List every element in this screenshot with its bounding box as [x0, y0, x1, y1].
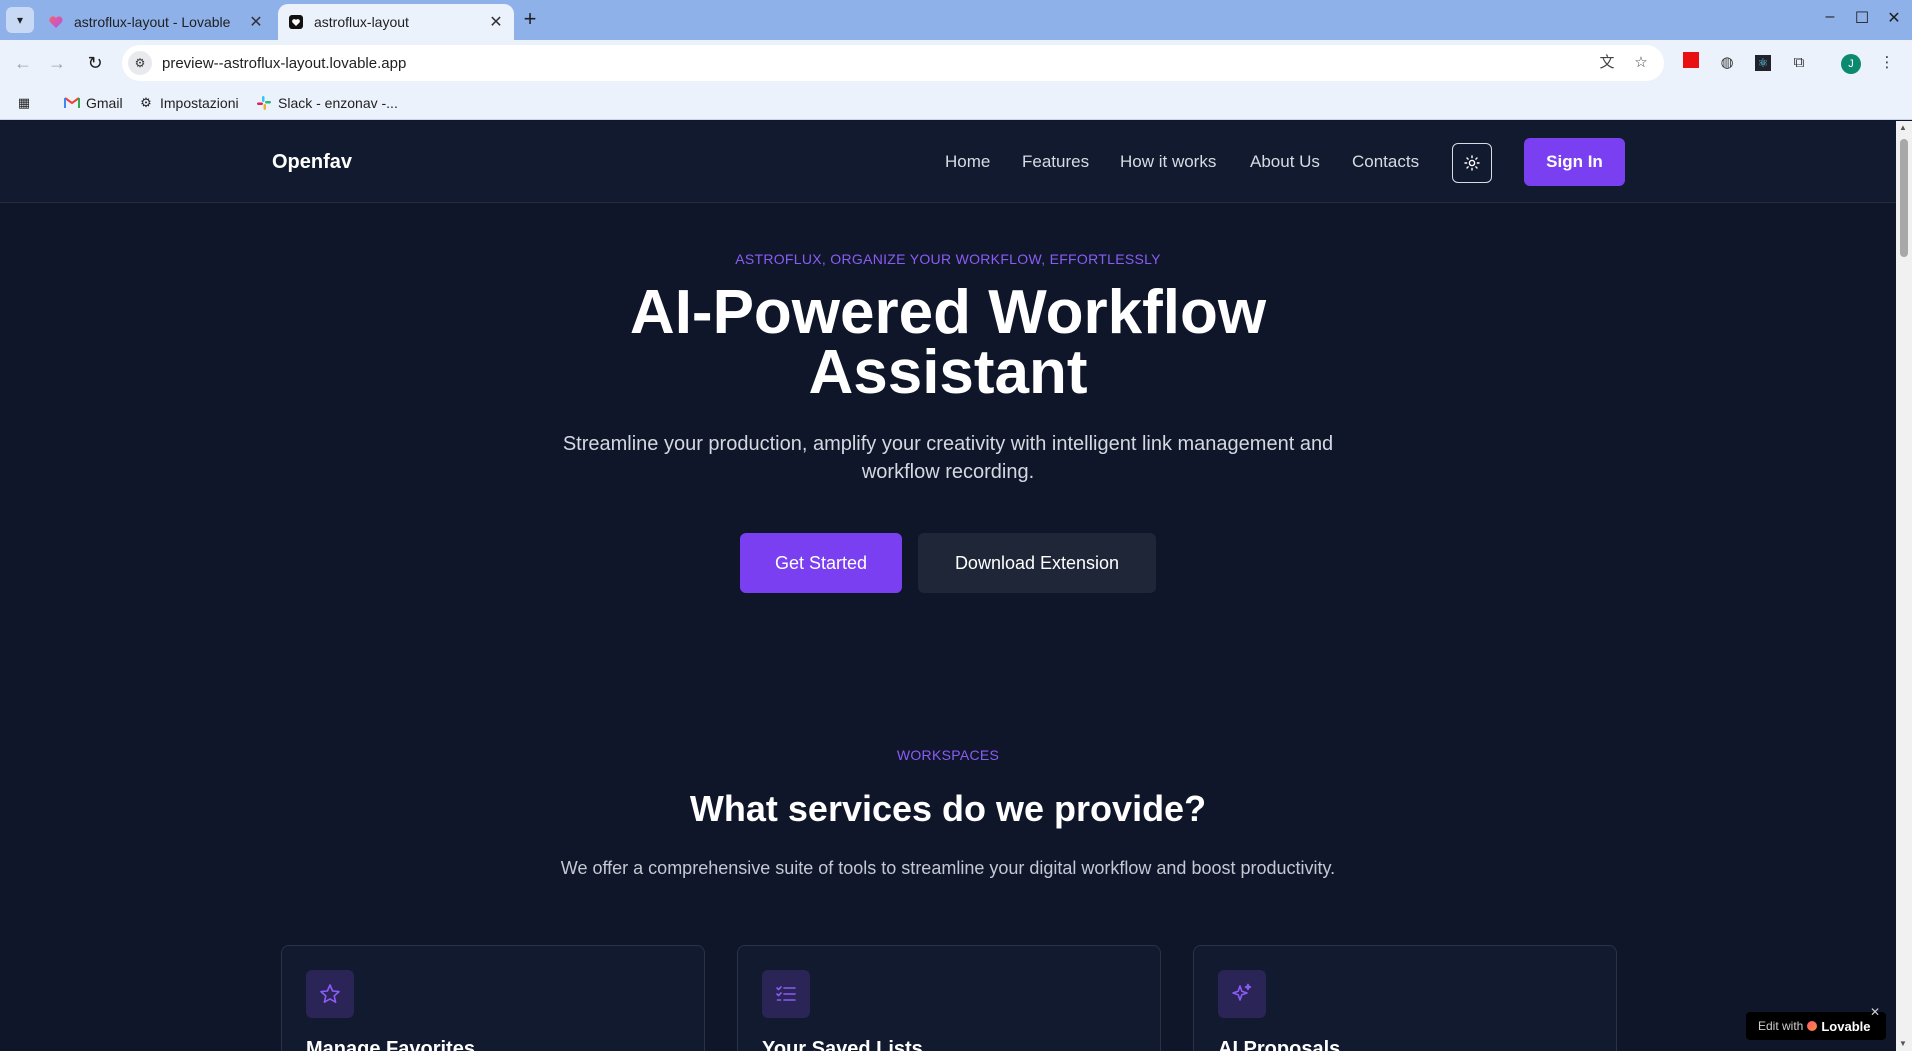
nav-contacts[interactable]: Contacts: [1352, 152, 1419, 172]
globe-extension-icon[interactable]: ◍: [1716, 52, 1738, 74]
browser-tab-bar: ▾ astroflux-layout - Lovable ✕ astroflux…: [0, 0, 1912, 40]
hero-title-line: AI-Powered Workflow: [629, 278, 1267, 347]
tab-title: astroflux-layout: [314, 14, 409, 30]
badge-brand: Lovable: [1821, 1018, 1871, 1034]
site-info-icon[interactable]: ⚙: [128, 51, 152, 75]
apps-grid-icon[interactable]: ▦: [16, 92, 38, 114]
download-extension-button[interactable]: Download Extension: [918, 533, 1156, 593]
checklist-icon: [762, 970, 810, 1018]
window-close-icon[interactable]: ✕: [1882, 8, 1906, 28]
card-title: AI Proposals: [1218, 1038, 1341, 1051]
service-card[interactable]: Your Saved Lists: [737, 945, 1161, 1051]
lovable-favicon-icon: [49, 16, 63, 28]
bookmark-star-icon[interactable]: ☆: [1630, 52, 1652, 74]
card-title: Manage Favorites: [306, 1038, 475, 1051]
nav-about-us[interactable]: About Us: [1250, 152, 1320, 172]
profile-avatar[interactable]: J: [1840, 52, 1862, 74]
nav-features[interactable]: Features: [1022, 152, 1089, 172]
close-tab-icon[interactable]: ✕: [248, 12, 264, 32]
maximize-icon[interactable]: ☐: [1850, 8, 1874, 28]
edit-with-lovable-badge[interactable]: Edit with Lovable: [1746, 1012, 1886, 1040]
scroll-down-icon[interactable]: ▼: [1899, 1039, 1907, 1048]
tab-title: astroflux-layout - Lovable: [74, 14, 231, 30]
get-started-button[interactable]: Get Started: [740, 533, 902, 593]
gear-icon: ⚙: [140, 95, 152, 110]
card-title: Your Saved Lists: [762, 1038, 923, 1051]
forward-icon[interactable]: →: [44, 50, 70, 76]
services-eyebrow: WORKSPACES: [896, 747, 1000, 763]
extensions-puzzle-icon[interactable]: ⧉: [1788, 52, 1810, 74]
close-tab-icon[interactable]: ✕: [488, 12, 504, 32]
tab-astroflux-preview[interactable]: astroflux-layout ✕: [278, 4, 514, 40]
hero-subtitle-line: workflow recording.: [861, 461, 1035, 483]
red-extension-icon[interactable]: [1680, 52, 1702, 74]
site-favicon-icon: [289, 15, 303, 29]
theme-toggle-button[interactable]: [1452, 143, 1492, 183]
service-card[interactable]: Manage Favorites: [281, 945, 705, 1051]
tab-search-button[interactable]: ▾: [6, 7, 34, 33]
badge-prefix: Edit with: [1758, 1019, 1804, 1033]
sparkles-icon: [1218, 970, 1266, 1018]
badge-close-icon[interactable]: ✕: [1870, 1005, 1880, 1019]
browser-toolbar: ← → ↻ ⚙ preview--astroflux-layout.lovabl…: [0, 40, 1912, 86]
hero-title: AI-Powered Workflow Assistant: [0, 278, 1896, 407]
services-title: What services do we provide?: [689, 788, 1207, 829]
bookmark-label: Slack - enzonav -...: [278, 95, 398, 111]
sign-in-button[interactable]: Sign In: [1524, 138, 1625, 186]
hero-subtitle: Streamline your production, amplify your…: [0, 430, 1896, 486]
scroll-thumb[interactable]: [1900, 139, 1908, 257]
star-icon: [306, 970, 354, 1018]
tab-lovable-editor[interactable]: astroflux-layout - Lovable ✕: [38, 4, 274, 40]
hero-subtitle-line: Streamline your production, amplify your…: [562, 433, 1334, 455]
lovable-heart-icon: [1807, 1021, 1818, 1031]
url-text[interactable]: preview--astroflux-layout.lovable.app: [162, 55, 1664, 72]
address-bar[interactable]: ⚙ preview--astroflux-layout.lovable.app: [122, 45, 1664, 81]
new-tab-button[interactable]: +: [518, 8, 542, 32]
minimize-icon[interactable]: –: [1818, 8, 1842, 26]
site-logo[interactable]: Openfav: [272, 151, 352, 174]
bookmarks-bar: ▦ Gmail ⚙ Impostazioni Slack - enzonav -…: [0, 86, 1912, 120]
menu-kebab-icon[interactable]: ⋮: [1876, 52, 1898, 74]
services-subtitle: We offer a comprehensive suite of tools …: [560, 858, 1336, 878]
nav-home[interactable]: Home: [945, 152, 990, 172]
gmail-icon: [64, 95, 80, 111]
page-viewport: Openfav Home Features How it works About…: [0, 121, 1896, 1051]
site-header: Openfav Home Features How it works About…: [0, 121, 1896, 203]
bookmark-label: Impostazioni: [160, 95, 239, 111]
scroll-up-icon[interactable]: ▲: [1899, 123, 1907, 132]
nav-how-it-works[interactable]: How it works: [1120, 152, 1216, 172]
slack-icon: [256, 95, 272, 111]
react-devtools-icon[interactable]: ⚛: [1752, 52, 1774, 74]
bookmark-gmail[interactable]: Gmail: [64, 92, 123, 114]
sun-icon: [1464, 155, 1480, 171]
hero-eyebrow: ASTROFLUX, ORGANIZE YOUR WORKFLOW, EFFOR…: [735, 251, 1161, 267]
profile-initial: J: [1841, 54, 1861, 74]
service-card[interactable]: AI Proposals: [1193, 945, 1617, 1051]
hero-title-line: Assistant: [808, 338, 1088, 407]
translate-icon[interactable]: 文: [1596, 52, 1618, 74]
page-scrollbar[interactable]: ▲ ▼: [1896, 121, 1912, 1051]
back-icon[interactable]: ←: [10, 50, 36, 76]
bookmark-label: Gmail: [86, 95, 123, 111]
bookmark-slack[interactable]: Slack - enzonav -...: [256, 92, 398, 114]
bookmark-impostazioni[interactable]: ⚙ Impostazioni: [138, 92, 239, 114]
reload-icon[interactable]: ↻: [82, 50, 108, 76]
